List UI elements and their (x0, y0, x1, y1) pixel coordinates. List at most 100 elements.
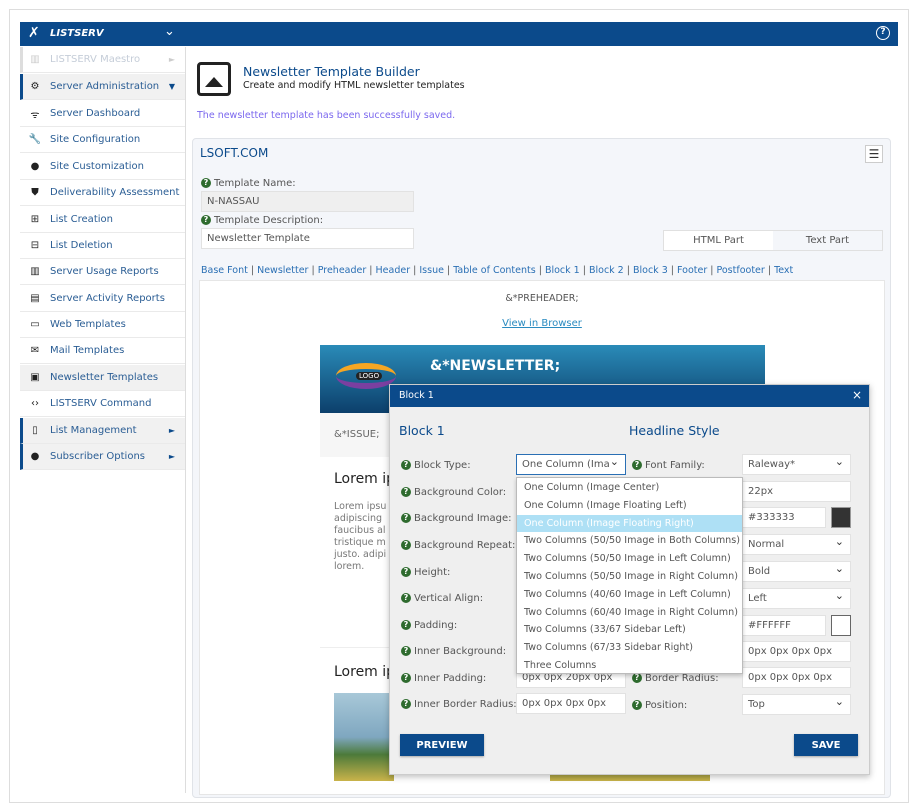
code-icon: ‹› (31, 398, 39, 409)
block-type-option[interactable]: Two Columns (67/33 Sidebar Right) (517, 639, 742, 657)
help-icon[interactable]: ? (401, 540, 411, 550)
font-family-label: Font Family: (645, 460, 705, 471)
block-type-option[interactable]: Two Columns (50/50 Image in Right Column… (517, 568, 742, 586)
template-name-field[interactable]: N-NASSAU (201, 191, 414, 212)
help-icon[interactable]: ? (401, 673, 411, 683)
block-type-option[interactable]: One Column (Image Floating Left) (517, 497, 742, 515)
help-icon[interactable]: ? (632, 700, 642, 710)
caret-down-icon: ▼ (168, 82, 175, 91)
help-icon[interactable]: ? (401, 593, 411, 603)
block-heading: Block 1 (399, 423, 445, 438)
block-type-option[interactable]: One Column (Image Floating Right) (517, 514, 742, 533)
text-align-select[interactable]: Left (742, 588, 851, 609)
block-type-option[interactable]: Two Columns (40/60 Image in Left Column) (517, 586, 742, 604)
font-weight-select[interactable]: Bold (742, 561, 851, 582)
sidebar-item-label: Mail Templates (50, 345, 125, 356)
section-link[interactable]: Postfooter (716, 265, 764, 276)
sidebar-item-label: Server Administration (50, 81, 160, 92)
inner-border-radius-field[interactable]: 0px 0px 0px 0px (516, 693, 626, 714)
section-link[interactable]: Base Font (201, 265, 248, 276)
help-icon[interactable]: ? (401, 620, 411, 630)
template-description-field[interactable]: Newsletter Template (201, 228, 414, 249)
sidebar-item-server-usage-reports[interactable]: ▥ Server Usage Reports (20, 259, 185, 285)
font-style-select[interactable]: Normal (742, 534, 851, 555)
painting-image (334, 693, 394, 781)
bar-chart-icon: ▥ (30, 266, 40, 277)
sidebar-item-deliverability-assessment[interactable]: ⛊ Deliverability Assessment (20, 180, 185, 206)
border-radius-field[interactable]: 0px 0px 0px 0px (742, 667, 851, 688)
sidebar-item-server-activity-reports[interactable]: ▤ Server Activity Reports (20, 286, 185, 312)
block-type-option[interactable]: Three Columns (517, 657, 742, 675)
section-link[interactable]: Table of Contents (453, 265, 536, 276)
headline-background-swatch[interactable] (831, 615, 851, 636)
sidebar-item-newsletter-templates[interactable]: ▣ Newsletter Templates (20, 365, 185, 391)
gear-icon: ⚙ (30, 81, 40, 92)
sidebar-item-site-customization[interactable]: ● Site Customization (20, 154, 185, 180)
sidebar-item-label: Subscriber Options (50, 451, 146, 462)
help-icon[interactable]: ? (876, 26, 890, 40)
block-type-option[interactable]: Two Columns (50/50 Image in Left Column) (517, 550, 742, 568)
sidebar-item-label: List Management (50, 425, 137, 436)
sidebar-item-mail-templates[interactable]: ✉ Mail Templates (20, 338, 185, 364)
sidebar-item-listserv-maestro[interactable]: ▥ LISTSERV Maestro ► (20, 47, 185, 73)
tab-text-part[interactable]: Text Part (773, 231, 882, 250)
section-link[interactable]: Preheader (318, 265, 367, 276)
sidebar-item-server-dashboard[interactable]: ᯤ Server Dashboard (20, 101, 185, 127)
sidebar-item-site-configuration[interactable]: 🔧 Site Configuration (20, 127, 185, 153)
help-icon[interactable]: ? (401, 567, 411, 577)
sidebar-item-subscriber-options[interactable]: ● Subscriber Options ► (20, 444, 185, 470)
section-link[interactable]: Block 1 (545, 265, 580, 276)
block-type-option[interactable]: Two Columns (33/67 Sidebar Left) (517, 621, 742, 639)
headline-padding-field[interactable]: 0px 0px 0px 0px (742, 641, 851, 662)
site-title: LSOFT.COM (200, 146, 269, 160)
chevron-down-icon[interactable]: ⌄ (164, 24, 175, 39)
help-icon[interactable]: ? (632, 460, 642, 470)
logo-text: LOGO (356, 372, 383, 380)
preheader-text: &*PREHEADER; (505, 293, 579, 304)
close-icon[interactable]: × (852, 388, 862, 402)
font-color-field[interactable]: #333333 (742, 507, 826, 528)
section-link[interactable]: Newsletter (257, 265, 308, 276)
save-button[interactable]: SAVE (794, 734, 858, 756)
position-select[interactable]: Top (742, 694, 851, 715)
font-size-field[interactable]: 22px (742, 481, 851, 502)
help-icon[interactable]: ? (401, 460, 411, 470)
sidebar-item-label: Server Usage Reports (50, 266, 159, 277)
help-icon[interactable]: ? (401, 699, 411, 709)
body-line: Lorem ipsu (334, 501, 387, 512)
preview-button[interactable]: PREVIEW (400, 734, 484, 756)
sidebar-item-listserv-command[interactable]: ‹› LISTSERV Command (20, 391, 185, 417)
font-color-swatch[interactable] (831, 507, 851, 528)
sidebar-item-server-administration[interactable]: ⚙ Server Administration ▼ (20, 74, 185, 100)
sidebar-item-list-creation[interactable]: ⊞ List Creation (20, 207, 185, 233)
block-type-option[interactable]: One Column (Image Center) (517, 479, 742, 497)
field-label: Height: (414, 567, 451, 578)
section-link[interactable]: Footer (677, 265, 707, 276)
section-link[interactable]: Issue (419, 265, 444, 276)
sidebar-item-web-templates[interactable]: ▭ Web Templates (20, 312, 185, 338)
headline-background-field[interactable]: #FFFFFF (742, 615, 826, 636)
help-icon[interactable]: ? (201, 215, 211, 225)
block-type-option[interactable]: Two Columns (60/40 Image in Right Column… (517, 604, 742, 622)
help-icon[interactable]: ? (401, 513, 411, 523)
file-icon: ▯ (32, 425, 38, 436)
section-link[interactable]: Block 3 (633, 265, 668, 276)
section-link[interactable]: Block 2 (589, 265, 624, 276)
font-family-select[interactable]: Raleway* (742, 454, 851, 475)
help-icon[interactable]: ? (401, 487, 411, 497)
file-minus-icon: ⊟ (30, 240, 40, 251)
image-icon (197, 62, 231, 96)
sidebar-item-list-deletion[interactable]: ⊟ List Deletion (20, 233, 185, 259)
modal-title: Block 1 (399, 390, 434, 401)
section-link[interactable]: Header (376, 265, 411, 276)
envelope-icon: ✉ (30, 345, 40, 356)
menu-icon[interactable]: ☰ (865, 145, 883, 163)
tab-html-part[interactable]: HTML Part (664, 231, 773, 250)
block-type-select[interactable]: One Column (Ima (516, 454, 626, 475)
sidebar-item-list-management[interactable]: ▯ List Management ► (20, 418, 185, 444)
section-link[interactable]: Text (774, 265, 793, 276)
help-icon[interactable]: ? (401, 646, 411, 656)
view-in-browser-link[interactable]: View in Browser (200, 318, 884, 329)
help-icon[interactable]: ? (201, 178, 211, 188)
block-type-option[interactable]: Two Columns (50/50 Image in Both Columns… (517, 532, 742, 550)
